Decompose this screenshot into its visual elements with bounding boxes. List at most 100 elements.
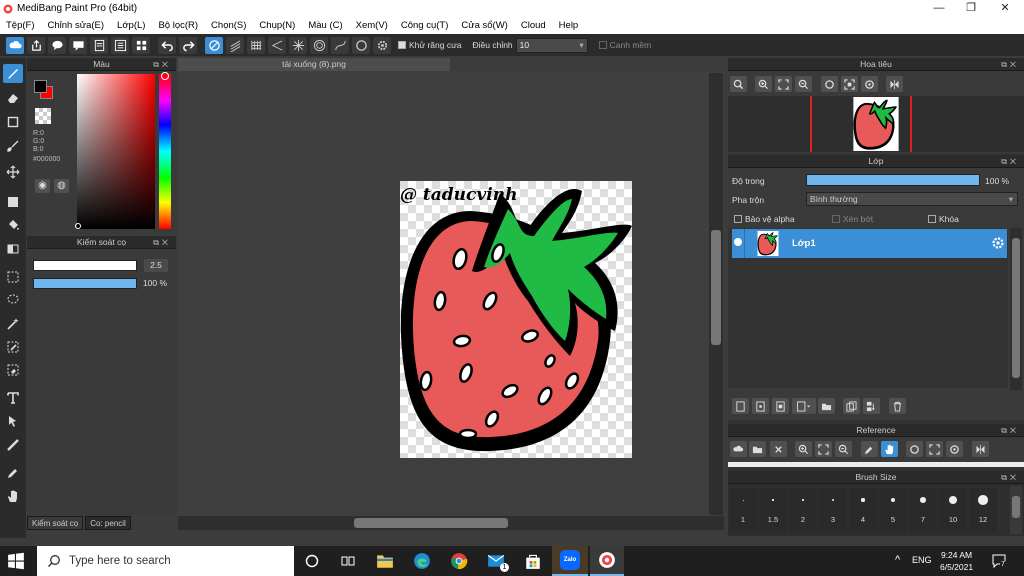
comment-icon[interactable]: [69, 36, 87, 54]
delete-layer-icon[interactable]: [889, 398, 906, 414]
zalo-app-icon[interactable]: Zalo: [552, 546, 588, 576]
antialias-checkbox[interactable]: Khử răng cưa: [398, 40, 462, 50]
brush-size-preset[interactable]: 5: [879, 488, 907, 532]
snap-checkbox[interactable]: Canh mềm: [598, 40, 651, 50]
concentric-snap-icon[interactable]: [310, 36, 328, 54]
canvas-area[interactable]: @ taducvinh: [178, 71, 724, 516]
visibility-eye-icon[interactable]: [734, 238, 742, 246]
reference-hand-icon[interactable]: [881, 441, 898, 457]
menu-layer[interactable]: Lớp(L): [117, 20, 145, 31]
eyedropper-tool-icon[interactable]: [3, 463, 23, 482]
menu-file[interactable]: Tệp(F): [6, 20, 35, 31]
new-8bit-layer-icon[interactable]: [772, 398, 789, 414]
list-icon[interactable]: [111, 36, 129, 54]
brush-size-preset[interactable]: 3: [819, 488, 847, 532]
rotate-right-icon[interactable]: [861, 76, 878, 92]
reference-rotate-right-icon[interactable]: [946, 441, 963, 457]
zoom-glass-icon[interactable]: [730, 76, 747, 92]
new-layer-icon[interactable]: [732, 398, 749, 414]
layer-scroll-thumb[interactable]: [1012, 238, 1020, 378]
flip-icon[interactable]: [841, 76, 858, 92]
clipping-checkbox[interactable]: Xén bớt: [832, 214, 873, 224]
zoom-out-icon[interactable]: [795, 76, 812, 92]
reference-mirror-icon[interactable]: [972, 441, 989, 457]
palette-add-icon[interactable]: ◍: [54, 179, 69, 193]
fill-rect-tool-icon[interactable]: [3, 192, 23, 211]
mail-icon[interactable]: 1: [485, 551, 509, 572]
brush-size-preset[interactable]: 10: [939, 488, 967, 532]
duplicate-layer-icon[interactable]: [843, 398, 860, 414]
perspective-snap-icon[interactable]: [268, 36, 286, 54]
input-language[interactable]: ENG: [912, 555, 932, 565]
clock[interactable]: 9:24 AM 6/5/2021: [940, 549, 973, 573]
brush-size-preset[interactable]: 1.5: [759, 488, 787, 532]
reference-open-folder-icon[interactable]: [749, 441, 766, 457]
menu-help[interactable]: Help: [559, 20, 579, 31]
snap-off-icon[interactable]: [205, 36, 223, 54]
brush-size-scroll-thumb[interactable]: [1012, 496, 1020, 518]
strawberry-artwork[interactable]: @ taducvinh: [400, 181, 632, 458]
reference-eyedropper-icon[interactable]: [861, 441, 878, 457]
rotate-left-icon[interactable]: [821, 76, 838, 92]
divide-tool-icon[interactable]: [3, 435, 23, 454]
menu-window[interactable]: Cửa sổ(W): [461, 20, 507, 31]
menu-snap[interactable]: Chụp(N): [259, 20, 295, 31]
lock-checkbox[interactable]: Khóa: [928, 214, 959, 224]
grid-snap-icon[interactable]: [247, 36, 265, 54]
layer-opacity-slider[interactable]: [806, 174, 980, 186]
brush-size-preset[interactable]: 12: [969, 488, 997, 532]
pen-tool-icon[interactable]: [3, 64, 23, 83]
edge-browser-icon[interactable]: [411, 551, 433, 571]
layer-settings-gear-icon[interactable]: [991, 236, 1005, 250]
saturation-value-picker[interactable]: [77, 74, 155, 229]
menu-select[interactable]: Chọn(S): [211, 20, 246, 31]
merge-down-icon[interactable]: [863, 398, 880, 414]
panel-float-close-icon[interactable]: ⧉✕: [1001, 424, 1019, 437]
layer-list-scrollbar[interactable]: [1010, 228, 1022, 390]
vertical-scroll-thumb[interactable]: [711, 230, 721, 345]
horizontal-scroll-thumb[interactable]: [354, 518, 508, 528]
folder-icon[interactable]: [818, 398, 835, 414]
select-pen-tool-icon[interactable]: [3, 337, 23, 356]
menu-cloud[interactable]: Cloud: [521, 20, 546, 31]
mirror-icon[interactable]: [886, 76, 903, 92]
bucket-tool-icon[interactable]: [3, 215, 23, 234]
document-tab[interactable]: tải xuống (8).png: [178, 58, 450, 71]
panel-float-close-icon[interactable]: ⧉✕: [1001, 155, 1019, 168]
brush-size-scrollbar[interactable]: [1010, 486, 1022, 534]
share-icon[interactable]: [27, 36, 45, 54]
magic-wand-tool-icon[interactable]: [3, 314, 23, 333]
canvas-vertical-scrollbar[interactable]: [709, 73, 723, 515]
maximize-button[interactable]: ❐: [954, 0, 988, 17]
layer-row[interactable]: Lớp1: [732, 229, 1007, 258]
cloud-icon[interactable]: [6, 36, 24, 54]
brush-size-preset[interactable]: 4: [849, 488, 877, 532]
text-tool-icon[interactable]: [3, 388, 23, 407]
panel-float-close-icon[interactable]: ⧉✕: [153, 236, 171, 249]
blend-mode-select[interactable]: Bình thường ▾: [806, 192, 1018, 206]
reference-zoom-out-icon[interactable]: [835, 441, 852, 457]
undo-icon[interactable]: [158, 36, 176, 54]
panel-float-close-icon[interactable]: ⧉✕: [153, 58, 171, 71]
palette-icon[interactable]: ◉: [35, 179, 50, 193]
gradient-tool-icon[interactable]: [3, 239, 23, 258]
menu-filter[interactable]: Bộ lọc(R): [158, 20, 198, 31]
protect-alpha-checkbox[interactable]: Bảo vệ alpha: [734, 214, 795, 224]
panel-float-close-icon[interactable]: ⧉✕: [1001, 471, 1019, 484]
redo-icon[interactable]: [179, 36, 197, 54]
grid-icon[interactable]: [132, 36, 150, 54]
navigator-preview[interactable]: [728, 96, 1024, 152]
menu-tools[interactable]: Công cụ(T): [401, 20, 449, 31]
file-explorer-icon[interactable]: [374, 551, 396, 571]
minimize-button[interactable]: —: [922, 0, 956, 17]
settings-gear-icon[interactable]: [373, 36, 391, 54]
tray-chevron-up-icon[interactable]: ^: [895, 554, 900, 566]
transparent-color-swatch[interactable]: [35, 108, 51, 124]
brush-size-preset[interactable]: 2: [789, 488, 817, 532]
select-tool-icon[interactable]: [3, 267, 23, 286]
brush-opacity-slider[interactable]: [33, 278, 137, 289]
eraser-tool-icon[interactable]: [3, 88, 23, 107]
fit-screen-icon[interactable]: [775, 76, 792, 92]
tab-brush-control[interactable]: Kiểm soát cọ: [27, 516, 84, 530]
panel-float-close-icon[interactable]: ⧉✕: [1001, 58, 1019, 71]
